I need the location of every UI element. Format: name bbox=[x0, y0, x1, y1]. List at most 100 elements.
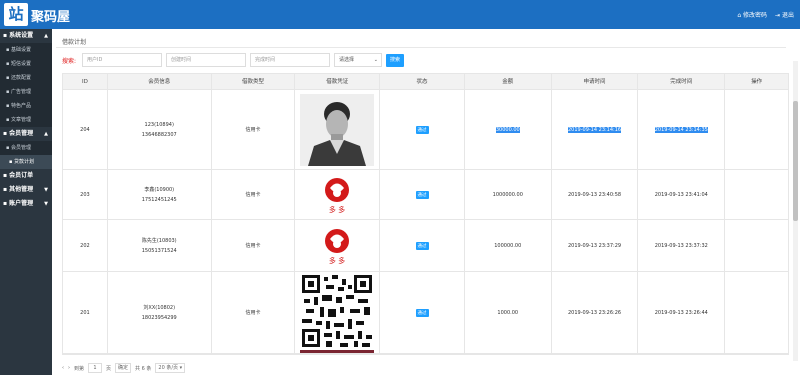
finish-time: 2019-09-14 23:14:35 bbox=[638, 90, 726, 169]
create-time-input[interactable]: 创建时间 bbox=[166, 53, 246, 67]
actions-cell[interactable] bbox=[725, 272, 788, 353]
svg-text:多 多: 多 多 bbox=[329, 256, 345, 265]
sidebar-item-sms[interactable]: ▪ 短信设置 bbox=[0, 57, 52, 71]
apply-time: 2019-09-13 23:40:58 bbox=[552, 170, 639, 219]
main-content: 借款计划 搜索: 用户ID 创建时间 完成时间 请选择 ⌄ 搜索 ID 会员信息 … bbox=[52, 29, 800, 375]
prev-page-button[interactable]: ‹ bbox=[62, 365, 64, 371]
sidebar-group-system[interactable]: ▪ 系统设置 ▲ bbox=[0, 29, 52, 43]
row-id: 203 bbox=[63, 170, 108, 219]
scrollbar[interactable] bbox=[793, 61, 798, 361]
table-row[interactable]: 203 李鑫(10900) 17512451245 信用卡 多 多 通过 1000… bbox=[63, 170, 788, 220]
sidebar-item-products[interactable]: ▪ 特色产品 bbox=[0, 99, 52, 113]
col-apply-time[interactable]: 申请时间 bbox=[552, 74, 639, 89]
pagination: ‹ › 到第 1 页 确定 共 6 条 20 条/页 ▾ bbox=[62, 362, 186, 374]
portrait-image bbox=[300, 93, 375, 166]
search-bar: 搜索: 用户ID 创建时间 完成时间 请选择 ⌄ 搜索 bbox=[62, 53, 404, 67]
search-label: 搜索: bbox=[62, 57, 77, 65]
status-badge: 通过 bbox=[415, 125, 429, 134]
sidebar-group-account[interactable]: ▪ 账户管理 ▼ bbox=[0, 197, 52, 211]
change-password-link[interactable]: ⌂ 修改密码 bbox=[737, 10, 767, 19]
person-photo[interactable] bbox=[300, 93, 375, 166]
member-info: 李鑫(10900) 17512451245 bbox=[108, 170, 212, 219]
table-row[interactable]: 204 123(10894) 13646882307 信用卡 通过 30000.0… bbox=[63, 90, 788, 170]
sidebar-item-basic[interactable]: ▪ 基础设置 bbox=[0, 43, 52, 57]
chevron-down-icon: ▼ bbox=[44, 201, 48, 207]
qr-code-image[interactable] bbox=[300, 272, 375, 353]
actions-cell[interactable] bbox=[725, 170, 788, 219]
proof-cell bbox=[295, 90, 381, 169]
sidebar-item-articles[interactable]: ▪ 文章管理 bbox=[0, 113, 52, 127]
loan-type: 信用卡 bbox=[212, 220, 296, 271]
apply-time: 2019-09-13 23:26:26 bbox=[552, 272, 639, 353]
amount: 30000.00 bbox=[465, 90, 552, 169]
duoduo-logo-image[interactable]: 多 多 bbox=[317, 226, 357, 266]
status-cell: 通过 bbox=[380, 272, 465, 353]
status-badge: 通过 bbox=[415, 241, 429, 250]
amount: 100000.00 bbox=[465, 220, 552, 271]
table-header: ID 会员信息 借款类型 借款凭证 状态 金额 申请时间 完成时间 操作 bbox=[63, 74, 788, 90]
table-row[interactable]: 202 陈先生(10803) 15051371524 信用卡 多 多 通过 100… bbox=[63, 220, 788, 272]
breadcrumb: 借款计划 bbox=[62, 39, 87, 46]
apply-time: 2019-09-14 23:14:16 bbox=[552, 90, 639, 169]
sidebar-group-orders[interactable]: ▪ 会员订单 bbox=[0, 169, 52, 183]
top-actions: ⌂ 修改密码 ⇥ 退出 bbox=[737, 10, 794, 19]
sidebar-item-loan-plan[interactable]: ▪ 贷款计划 bbox=[0, 155, 52, 169]
finish-time-input[interactable]: 完成时间 bbox=[250, 53, 330, 67]
col-finish-time[interactable]: 完成时间 bbox=[638, 74, 726, 89]
sidebar-item-repay[interactable]: ▪ 还款配置 bbox=[0, 71, 52, 85]
actions-cell[interactable] bbox=[725, 90, 788, 169]
sidebar-item-member-mgmt[interactable]: ▪ 会员管理 bbox=[0, 141, 52, 155]
col-type[interactable]: 借款类型 bbox=[212, 74, 296, 89]
actions-cell[interactable] bbox=[725, 220, 788, 271]
col-status[interactable]: 状态 bbox=[380, 74, 465, 89]
sidebar-group-other[interactable]: ▪ 其他管理 ▼ bbox=[0, 183, 52, 197]
member-info: 陈先生(10803) 15051371524 bbox=[108, 220, 212, 271]
app-name: 聚码屋 bbox=[31, 10, 71, 25]
scrollbar-thumb[interactable] bbox=[793, 101, 798, 221]
status-cell: 通过 bbox=[380, 170, 465, 219]
duoduo-logo-image[interactable]: 多 多 bbox=[317, 175, 357, 215]
chevron-up-icon: ▲ bbox=[44, 131, 48, 137]
row-id: 201 bbox=[63, 272, 108, 353]
amount: 1000000.00 bbox=[465, 170, 552, 219]
divider bbox=[56, 47, 786, 48]
col-member[interactable]: 会员信息 bbox=[108, 74, 212, 89]
col-proof[interactable]: 借款凭证 bbox=[295, 74, 381, 89]
sidebar: ▪ 系统设置 ▲ ▪ 基础设置 ▪ 短信设置 ▪ 还款配置 ▪ 广告管理 ▪ 特色… bbox=[0, 29, 52, 375]
page-unit: 页 bbox=[106, 365, 112, 372]
col-amount[interactable]: 金额 bbox=[465, 74, 552, 89]
status-select[interactable]: 请选择 ⌄ bbox=[334, 53, 382, 67]
finish-time: 2019-09-13 23:26:44 bbox=[638, 272, 726, 353]
chevron-up-icon: ▲ bbox=[44, 33, 48, 39]
next-page-button[interactable]: › bbox=[68, 365, 70, 371]
finish-time: 2019-09-13 23:37:32 bbox=[638, 220, 726, 271]
top-bar: 站 聚码屋 ⌂ 修改密码 ⇥ 退出 bbox=[0, 0, 800, 29]
sidebar-group-members[interactable]: ▪ 会员管理 ▲ bbox=[0, 127, 52, 141]
table-row[interactable]: 201 刘XX(10802) 18023954299 信用卡 通过 1000.0… bbox=[63, 272, 788, 354]
app-logo: 站 bbox=[4, 3, 28, 26]
search-button[interactable]: 搜索 bbox=[386, 53, 404, 67]
loan-type: 信用卡 bbox=[212, 170, 296, 219]
status-badge: 通过 bbox=[415, 190, 429, 199]
per-page-select[interactable]: 20 条/页 ▾ bbox=[155, 363, 186, 373]
loan-type: 信用卡 bbox=[212, 90, 296, 169]
row-id: 202 bbox=[63, 220, 108, 271]
user-id-input[interactable]: 用户ID bbox=[82, 53, 162, 67]
sidebar-item-ads[interactable]: ▪ 广告管理 bbox=[0, 85, 52, 99]
status-cell: 通过 bbox=[380, 220, 465, 271]
page-input[interactable]: 1 bbox=[88, 363, 103, 373]
caret-down-icon: ▾ bbox=[179, 365, 183, 371]
col-id[interactable]: ID bbox=[63, 74, 108, 89]
proof-cell: 多 多 bbox=[295, 170, 381, 219]
svg-text:多 多: 多 多 bbox=[329, 205, 345, 214]
status-badge: 通过 bbox=[415, 308, 429, 317]
confirm-button[interactable]: 确定 bbox=[115, 363, 132, 373]
loan-type: 信用卡 bbox=[212, 272, 296, 353]
chevron-down-icon: ⌄ bbox=[373, 57, 378, 63]
finish-time: 2019-09-13 23:41:04 bbox=[638, 170, 726, 219]
goto-label: 到第 bbox=[74, 365, 85, 372]
row-id: 204 bbox=[63, 90, 108, 169]
col-actions[interactable]: 操作 bbox=[725, 74, 788, 89]
chevron-down-icon: ▼ bbox=[44, 187, 48, 193]
logout-link[interactable]: ⇥ 退出 bbox=[775, 10, 794, 19]
